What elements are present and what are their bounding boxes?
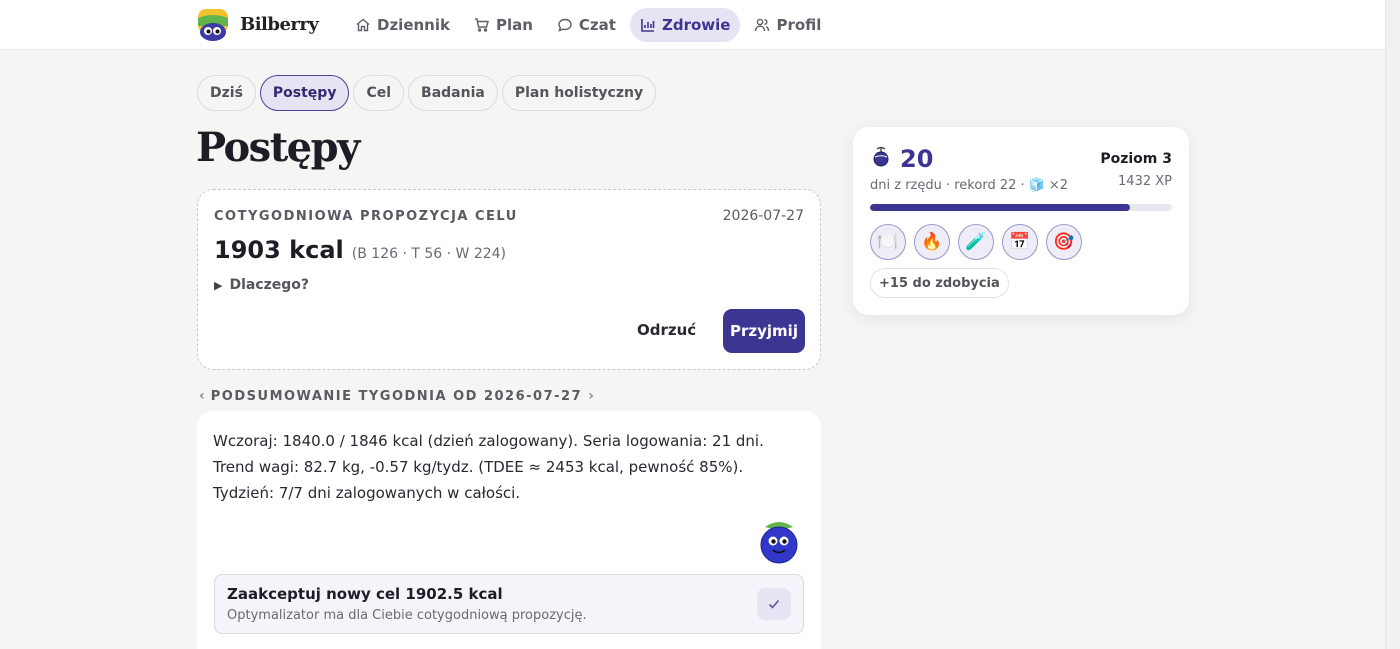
badges-to-earn[interactable]: +15 do zdobycia — [870, 268, 1009, 298]
streak-days: 20 — [870, 145, 933, 173]
brand-name: Bilberry — [240, 14, 319, 35]
check-icon[interactable] — [757, 588, 791, 620]
nav-item-zdrowie[interactable]: Zdrowie — [629, 8, 741, 42]
bilberry-icon — [870, 146, 892, 172]
page-scrollbar[interactable] — [1385, 0, 1400, 649]
streak-subtitle: dni z rzędu · rekord 22 · 🧊 ×2 — [870, 178, 1068, 193]
reject-button[interactable]: Odrzuć — [637, 321, 696, 339]
tab-plan-holistyczny[interactable]: Plan holistyczny — [501, 75, 657, 111]
bilberry-logo-icon — [197, 8, 229, 41]
xp-progress-bar — [870, 204, 1172, 211]
accept-button[interactable]: Przyjmij — [723, 309, 805, 353]
nav-label: Profil — [776, 16, 822, 34]
disclosure-triangle-icon: ▶ — [214, 278, 223, 292]
test-tube-icon[interactable]: 🧪 — [958, 224, 994, 260]
proposal-date: 2026-07-27 — [722, 208, 804, 224]
accept-suggestion-title: Zaakceptuj nowy cel 1902.5 kcal — [227, 585, 503, 603]
page-title: Postępy — [196, 124, 360, 171]
weekly-summary-card: Wczoraj: 1840.0 / 1846 kcal (dzień zalog… — [197, 411, 821, 649]
weekly-summary-title: PODSUMOWANIE TYGODNIA OD 2026-07-27 — [210, 388, 583, 404]
nav-item-dziennik[interactable]: Dziennik — [345, 8, 460, 42]
accept-suggestion-subtitle: Optymalizator ma dla Ciebie cotygodniową… — [227, 608, 587, 623]
level-label: Poziom 3 — [1100, 151, 1172, 167]
nav-item-czat[interactable]: Czat — [547, 8, 626, 42]
cart-icon — [474, 18, 489, 32]
badges-row: 🍽️ 🔥 🧪 📅 🎯 — [870, 224, 1082, 260]
main-nav: Dziennik Plan Czat Zdrowie Profil — [345, 8, 831, 42]
streak-record-text: dni z rzędu · rekord 22 · — [870, 178, 1025, 193]
nav-label: Plan — [495, 16, 533, 34]
nav-item-profil[interactable]: Profil — [744, 8, 831, 42]
proposal-macros: (B 126 · T 56 · W 224) — [351, 246, 506, 262]
accept-new-goal-suggestion[interactable]: Zaakceptuj nowy cel 1902.5 kcal Optymali… — [214, 574, 804, 634]
nav-label: Zdrowie — [661, 16, 731, 34]
blueberry-mascot-icon — [757, 517, 801, 565]
chevron-right-icon[interactable]: › — [588, 388, 594, 404]
why-label: Dlaczego? — [229, 277, 310, 293]
weekly-summary-header: ‹ PODSUMOWANIE TYGODNIA OD 2026-07-27 › — [199, 388, 594, 404]
streak-freeze-count: ×2 — [1048, 178, 1068, 193]
fire-icon[interactable]: 🔥 — [914, 224, 950, 260]
tab-cel[interactable]: Cel — [353, 75, 405, 111]
plate-icon[interactable]: 🍽️ — [870, 224, 906, 260]
top-navigation-bar: Bilberry Dziennik Plan Czat Zdrowie Prof… — [0, 0, 1385, 50]
nav-item-plan[interactable]: Plan — [464, 8, 543, 42]
streak-card: 20 dni z rzędu · rekord 22 · 🧊 ×2 Poziom… — [853, 127, 1189, 315]
weekly-summary-text: Wczoraj: 1840.0 / 1846 kcal (dzień zalog… — [213, 432, 764, 502]
chevron-left-icon[interactable]: ‹ — [199, 388, 205, 404]
brand[interactable]: Bilberry — [197, 8, 319, 41]
tab-badania[interactable]: Badania — [408, 75, 498, 111]
weekly-goal-proposal-card: COTYGODNIOWA PROPOZYCJA CELU 2026-07-27 … — [197, 189, 821, 370]
xp-progress-fill — [870, 204, 1130, 211]
bar-chart-icon — [641, 19, 655, 32]
health-subtabs: Dziś Postępy Cel Badania Plan holistyczn… — [197, 75, 657, 111]
target-icon[interactable]: 🎯 — [1046, 224, 1082, 260]
why-disclosure[interactable]: ▶ Dlaczego? — [214, 277, 309, 293]
xp-label: 1432 XP — [1118, 174, 1172, 189]
nav-label: Dziennik — [377, 16, 450, 34]
calendar-icon[interactable]: 📅 — [1002, 224, 1038, 260]
streak-days-count: 20 — [900, 145, 934, 173]
nav-label: Czat — [578, 16, 616, 34]
home-icon — [356, 18, 370, 32]
proposal-kicker: COTYGODNIOWA PROPOZYCJA CELU — [214, 209, 518, 224]
proposal-kcal: 1903 kcal — [214, 236, 344, 264]
users-icon — [755, 18, 770, 32]
proposal-kcal-row: 1903 kcal (B 126 · T 56 · W 224) — [214, 236, 506, 264]
tab-postepy[interactable]: Postępy — [259, 75, 350, 111]
ice-cube-icon: 🧊 — [1028, 178, 1045, 193]
chat-icon — [558, 18, 572, 32]
tab-dzis[interactable]: Dziś — [197, 75, 256, 111]
